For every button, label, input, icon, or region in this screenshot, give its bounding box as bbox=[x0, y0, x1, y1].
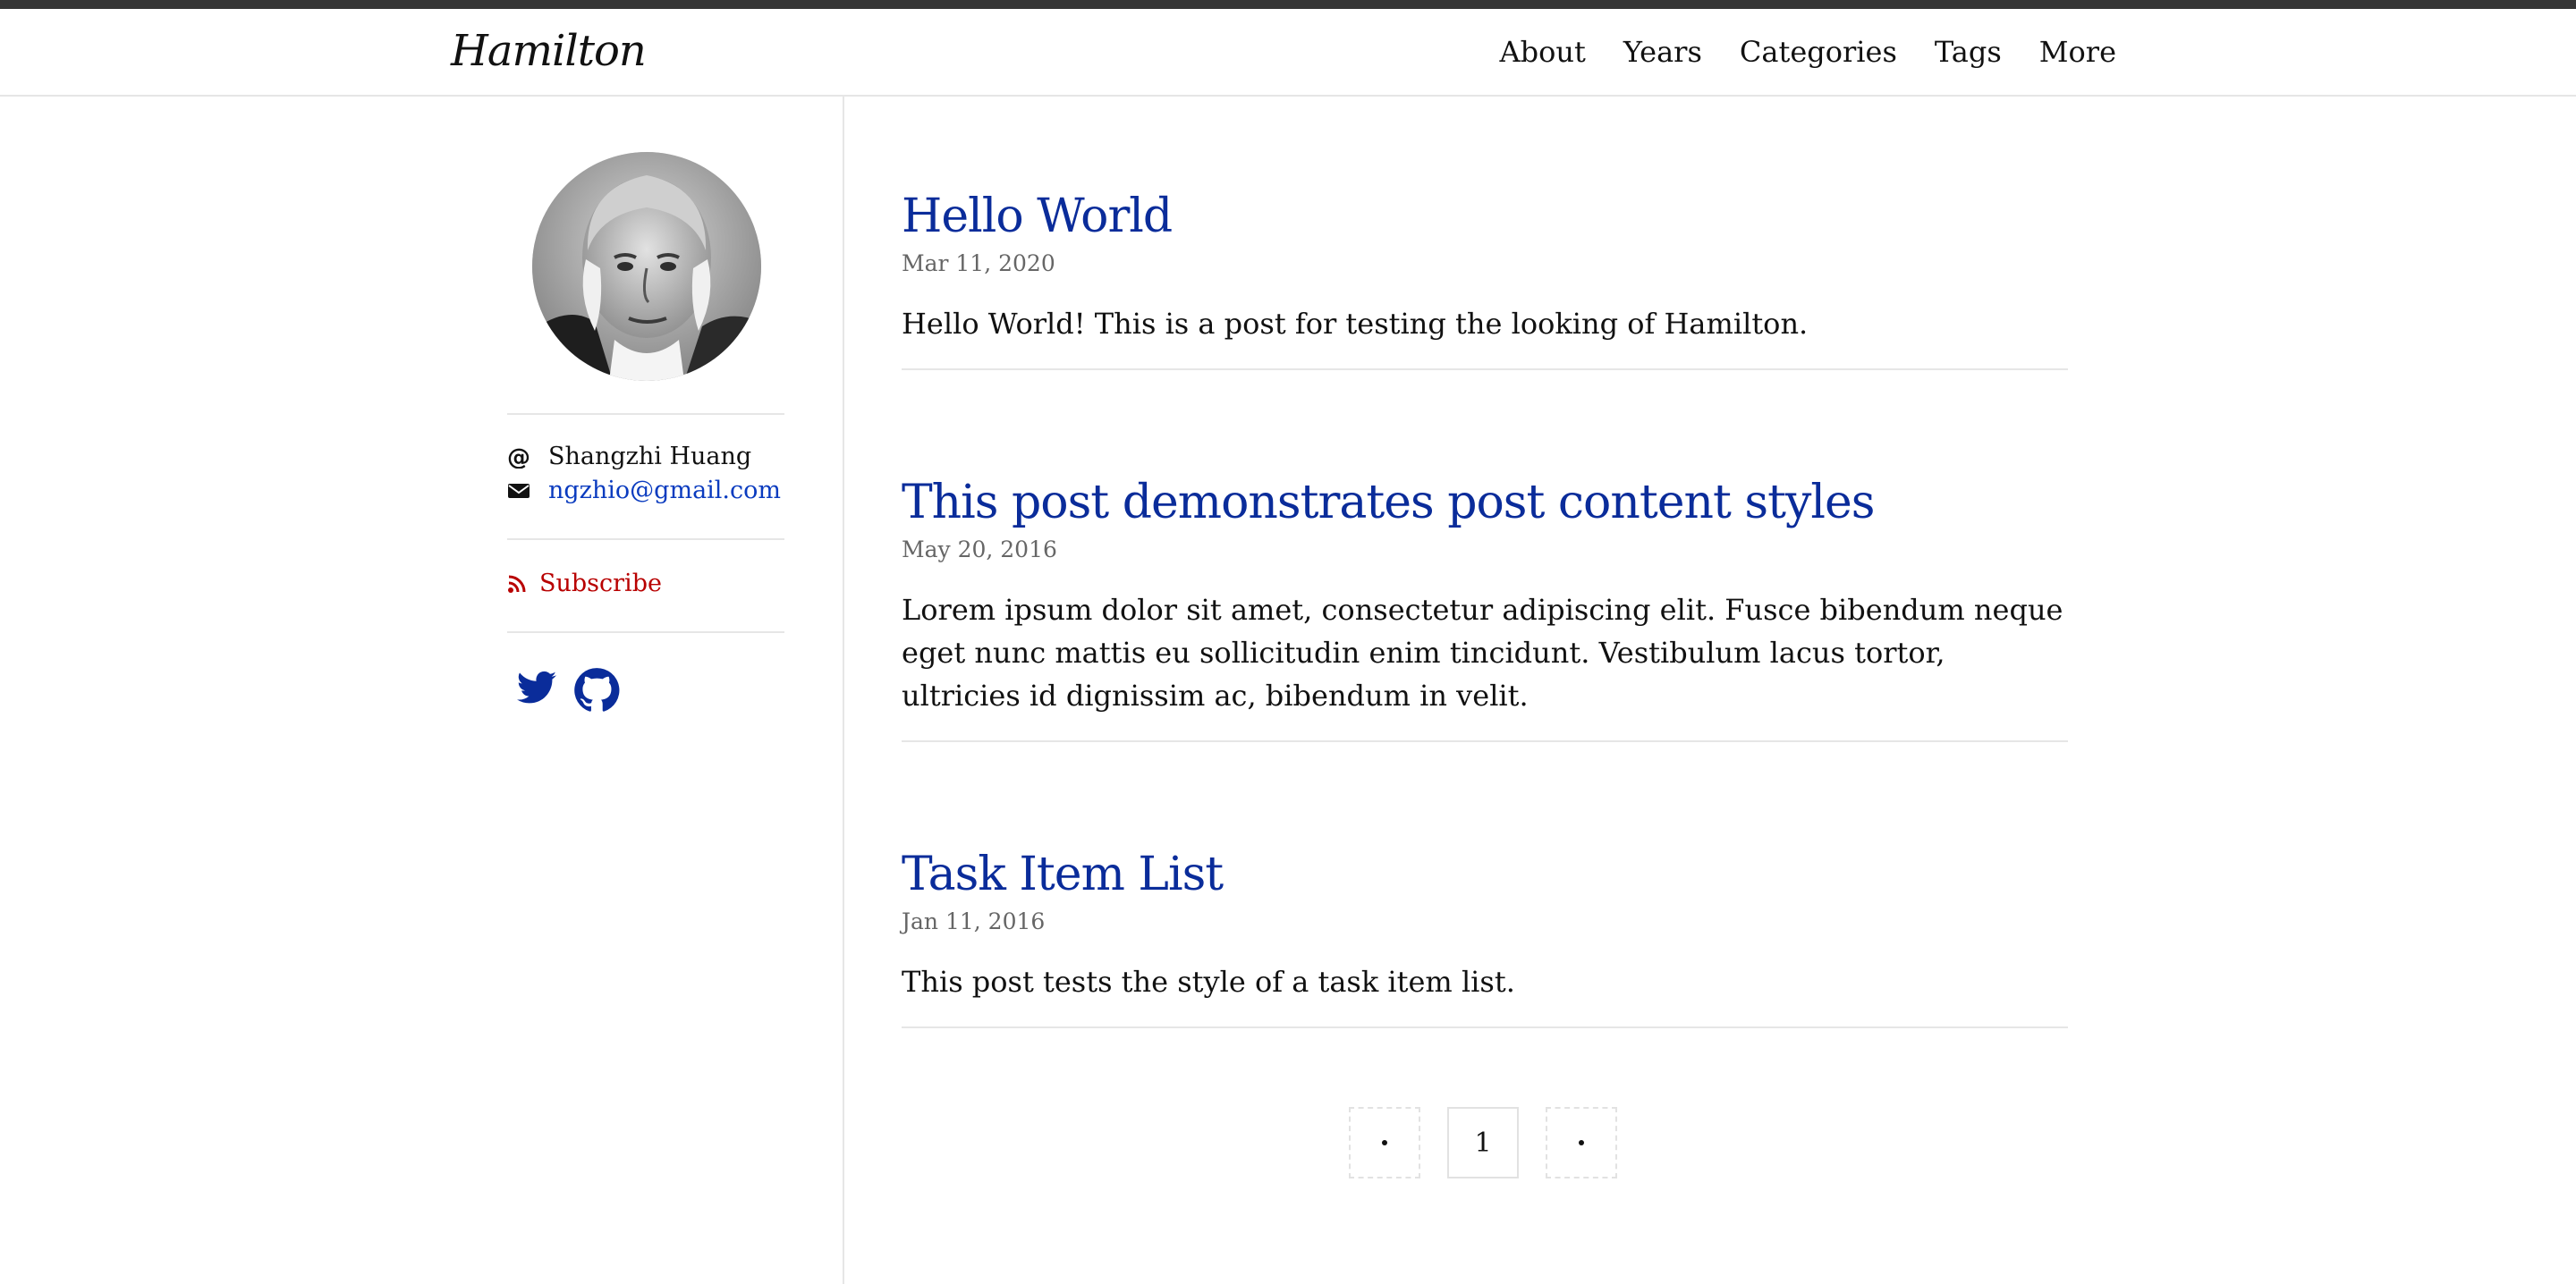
github-icon[interactable] bbox=[573, 667, 620, 714]
post-item: Task Item List Jan 11, 2016 This post te… bbox=[902, 846, 2068, 1028]
site-logo[interactable]: Hamilton bbox=[451, 20, 647, 82]
sidebar: @ Shangzhi Huang ngzhio@gmail.com Subscr… bbox=[0, 97, 844, 1284]
post-excerpt: This post tests the style of a task item… bbox=[902, 965, 1515, 999]
post-item: This post demonstrates post content styl… bbox=[902, 474, 2068, 742]
nav-tags[interactable]: Tags bbox=[1935, 35, 2002, 69]
envelope-icon bbox=[507, 477, 538, 504]
nav-about[interactable]: About bbox=[1499, 35, 1585, 69]
at-icon: @ bbox=[507, 443, 538, 470]
dot-icon bbox=[1579, 1140, 1584, 1145]
post-item: Hello World Mar 11, 2020 Hello World! Th… bbox=[902, 188, 2068, 370]
post-title[interactable]: Task Item List bbox=[902, 846, 1224, 903]
twitter-icon[interactable] bbox=[513, 667, 561, 714]
post-excerpt: Lorem ipsum dolor sit amet, consectetur … bbox=[902, 593, 2063, 713]
nav-more[interactable]: More bbox=[2039, 35, 2116, 69]
post-date: Mar 11, 2020 bbox=[902, 250, 1055, 276]
main-nav: About Years Categories Tags More bbox=[1462, 9, 2116, 95]
social-links bbox=[513, 667, 620, 714]
post-title[interactable]: Hello World bbox=[902, 188, 1173, 245]
nav-years[interactable]: Years bbox=[1623, 35, 1702, 69]
pagination: 1 bbox=[1349, 1107, 1617, 1178]
subscribe-link[interactable]: Subscribe bbox=[539, 567, 662, 601]
avatar bbox=[532, 152, 761, 381]
sidebar-divider bbox=[507, 413, 784, 415]
sidebar-divider bbox=[507, 631, 784, 633]
post-excerpt: Hello World! This is a post for testing … bbox=[902, 307, 1809, 341]
post-date: Jan 11, 2016 bbox=[902, 908, 1046, 934]
top-accent-bar bbox=[0, 0, 2576, 9]
post-date: May 20, 2016 bbox=[902, 536, 1057, 562]
svg-text:@: @ bbox=[507, 445, 530, 469]
rss-icon bbox=[507, 570, 529, 597]
dot-icon bbox=[1382, 1140, 1387, 1145]
pagination-current-page[interactable]: 1 bbox=[1447, 1107, 1519, 1178]
author-name: Shangzhi Huang bbox=[548, 443, 752, 470]
nav-categories[interactable]: Categories bbox=[1740, 35, 1897, 69]
author-row: @ Shangzhi Huang bbox=[507, 440, 751, 474]
email-link[interactable]: ngzhio@gmail.com bbox=[548, 474, 781, 508]
subscribe-row[interactable]: Subscribe bbox=[507, 567, 662, 601]
sidebar-divider bbox=[507, 538, 784, 540]
post-title[interactable]: This post demonstrates post content styl… bbox=[902, 474, 1875, 531]
author-portrait bbox=[532, 152, 761, 381]
pagination-previous[interactable] bbox=[1349, 1107, 1420, 1178]
pagination-next[interactable] bbox=[1546, 1107, 1617, 1178]
email-row: ngzhio@gmail.com bbox=[507, 474, 781, 508]
site-header: Hamilton About Years Categories Tags Mor… bbox=[0, 9, 2576, 97]
